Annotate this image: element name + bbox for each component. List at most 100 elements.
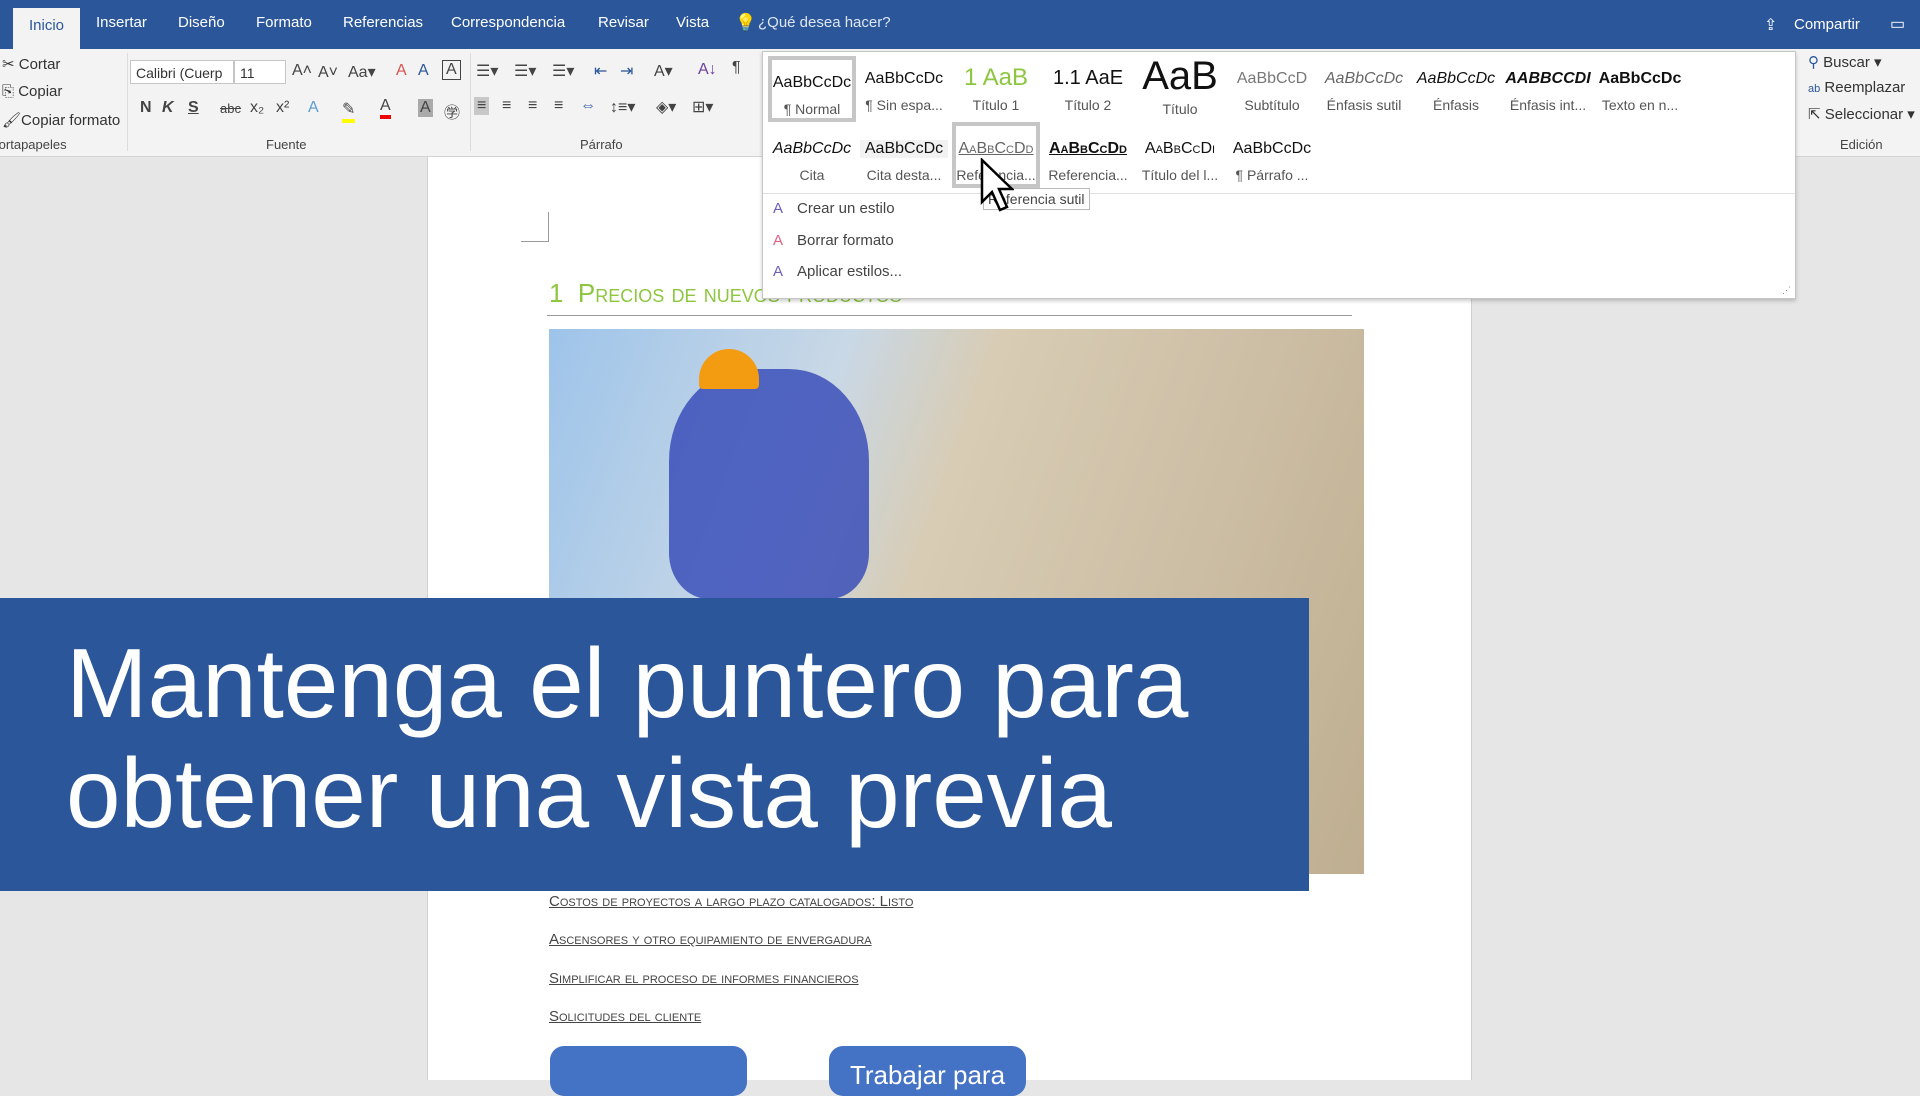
tab-referencias[interactable]: Referencias: [343, 14, 423, 31]
style-preview: AaBbCcDi: [1144, 140, 1216, 157]
line-spacing-icon[interactable]: ↕≡▾: [610, 97, 635, 117]
style-preview: AaB: [1142, 54, 1218, 98]
style-no-spacing[interactable]: AaBbCcDc ¶ Sin espa...: [860, 56, 948, 122]
copy-label: Copiar: [18, 83, 63, 100]
shading-icon[interactable]: ◈▾: [656, 97, 676, 117]
document-link[interactable]: Solicitudes del cliente: [549, 1008, 701, 1025]
tab-formato[interactable]: Formato: [256, 14, 312, 31]
shrink-font-icon[interactable]: A˅: [318, 64, 338, 82]
font-color-icon[interactable]: A: [380, 97, 391, 119]
editing-group-label: Edición: [1840, 137, 1883, 152]
menu-clear-formatting[interactable]: A Borrar formato: [773, 232, 894, 249]
format-painter-button[interactable]: 🖌Copiar formato: [2, 111, 120, 129]
cut-button[interactable]: ✂ Cortar: [2, 55, 60, 73]
style-heading-2[interactable]: 1.1 AaE Título 2: [1044, 56, 1132, 122]
font-name-dropdown[interactable]: Calibri (Cuerp: [130, 60, 234, 84]
style-strong[interactable]: AaBbCcDc Texto en n...: [1596, 56, 1684, 122]
create-style-icon: A: [773, 200, 784, 217]
cut-label: Cortar: [18, 56, 61, 73]
character-shading-icon[interactable]: A: [418, 99, 433, 117]
tell-me-input[interactable]: ¿Qué desea hacer?: [758, 14, 891, 31]
enclose-characters-icon[interactable]: ㊫: [444, 99, 460, 123]
scissors-icon: ✂: [2, 56, 15, 73]
borders-icon[interactable]: ⊞▾: [692, 97, 713, 117]
document-link[interactable]: Costos de proyectos a largo plazo catalo…: [549, 893, 913, 910]
character-border-icon[interactable]: A: [442, 60, 461, 80]
document-link[interactable]: Ascensores y otro equipamiento de enverg…: [549, 931, 872, 948]
style-subtle-emphasis[interactable]: AaBbCcDc Énfasis sutil: [1320, 56, 1408, 122]
document-link[interactable]: Simplificar el proceso de informes finan…: [549, 970, 859, 987]
style-label: ¶ Sin espa...: [865, 97, 943, 113]
style-title[interactable]: AaB Título: [1136, 54, 1224, 122]
align-right-icon[interactable]: ≡: [528, 97, 537, 115]
font-size-dropdown[interactable]: 11: [234, 60, 286, 84]
style-quote[interactable]: AaBbCcDc Cita: [768, 126, 856, 192]
tab-inicio[interactable]: Inicio: [13, 8, 81, 49]
show-marks-icon[interactable]: ¶: [732, 59, 741, 77]
work-for-button[interactable]: Trabajar para: [829, 1046, 1026, 1096]
mouse-pointer-icon: [980, 158, 1014, 212]
subscript-icon[interactable]: x₂: [250, 99, 264, 117]
increase-indent-icon[interactable]: ⇥: [620, 61, 633, 81]
tab-diseno[interactable]: Diseño: [178, 14, 225, 31]
style-preview: AaBbCcDc: [1324, 70, 1404, 87]
caption-line-2: obtener una vista previa: [66, 738, 1112, 848]
strikethrough-icon[interactable]: abc: [220, 101, 241, 116]
copy-button[interactable]: ⎘ Copiar: [2, 83, 62, 100]
bullets-icon[interactable]: ☰▾: [476, 61, 498, 81]
change-case-icon[interactable]: Aa▾: [348, 62, 376, 82]
style-book-title[interactable]: AaBbCcDi Título del l...: [1136, 126, 1224, 192]
resize-handle[interactable]: ⋰: [1782, 285, 1791, 296]
align-left-icon[interactable]: ≡: [474, 97, 490, 115]
underline-button[interactable]: S: [188, 99, 199, 117]
menu-apply-styles[interactable]: A Aplicar estilos...: [773, 263, 902, 280]
multilevel-list-icon[interactable]: ☰▾: [552, 61, 574, 81]
menu-create-style[interactable]: A Crear un estilo: [773, 200, 895, 217]
tab-insertar[interactable]: Insertar: [96, 14, 147, 31]
style-label: Subtítulo: [1244, 97, 1300, 113]
style-subtitle[interactable]: AaBbCcD Subtítulo: [1228, 56, 1316, 122]
select-label: Seleccionar: [1824, 106, 1904, 123]
select-button[interactable]: ⇱ Seleccionar ▾: [1808, 105, 1915, 123]
highlight-icon[interactable]: ✎: [342, 99, 356, 123]
style-preview: AaBbCcDc: [1598, 70, 1682, 87]
decrease-indent-icon[interactable]: ⇤: [594, 61, 607, 81]
share-icon: ⇪: [1764, 17, 1778, 34]
style-intense-quote[interactable]: AaBbCcDc Cita desta...: [860, 126, 948, 192]
align-center-icon[interactable]: ≡: [502, 97, 511, 115]
style-list-paragraph[interactable]: AaBbCcDc ¶ Párrafo ...: [1228, 126, 1316, 192]
heading-number: 1: [549, 278, 564, 308]
style-heading-1[interactable]: 1 AaB Título 1: [952, 56, 1040, 122]
bold-button[interactable]: N: [140, 99, 152, 117]
style-preview: AaBbCcDc: [864, 70, 944, 87]
tab-correspondencia[interactable]: Correspondencia: [451, 14, 565, 31]
style-preview: AaBbCcD: [1236, 70, 1308, 87]
document-button[interactable]: [550, 1046, 747, 1096]
replace-button[interactable]: ab Reemplazar: [1808, 79, 1905, 96]
style-intense-emphasis[interactable]: AABBCCDI Énfasis int...: [1504, 56, 1592, 122]
style-emphasis[interactable]: AaBbCcDc Énfasis: [1412, 56, 1500, 122]
style-label: Énfasis sutil: [1326, 97, 1402, 113]
italic-button[interactable]: K: [162, 99, 174, 117]
clear-formatting-icon[interactable]: A: [396, 62, 407, 80]
text-direction-icon[interactable]: A▾: [654, 61, 673, 81]
share-button[interactable]: Compartir: [1794, 16, 1860, 33]
phonetic-guide-icon[interactable]: A: [418, 62, 429, 80]
find-button[interactable]: ⚲ Buscar ▾: [1808, 53, 1882, 71]
apply-styles-icon: A: [773, 263, 784, 280]
text-effects-icon[interactable]: A: [308, 99, 319, 117]
tab-revisar[interactable]: Revisar: [598, 14, 649, 31]
style-label: Título 1: [972, 97, 1020, 113]
style-label: Texto en n...: [1601, 97, 1679, 113]
style-intense-reference[interactable]: AaBbCcDd Referencia...: [1044, 126, 1132, 192]
copy-icon: ⎘: [2, 83, 15, 100]
superscript-icon[interactable]: x²: [276, 99, 289, 117]
grow-font-icon[interactable]: A˄: [292, 62, 312, 80]
style-normal[interactable]: AaBbCcDc ¶ Normal: [768, 56, 856, 122]
sort-icon[interactable]: A↓: [698, 61, 717, 79]
justify-icon[interactable]: ≡: [554, 97, 563, 115]
tab-vista[interactable]: Vista: [676, 14, 709, 31]
comments-icon[interactable]: ▭: [1890, 14, 1905, 34]
distribute-icon[interactable]: ⇔: [580, 97, 596, 115]
numbering-icon[interactable]: ☰▾: [514, 61, 536, 81]
